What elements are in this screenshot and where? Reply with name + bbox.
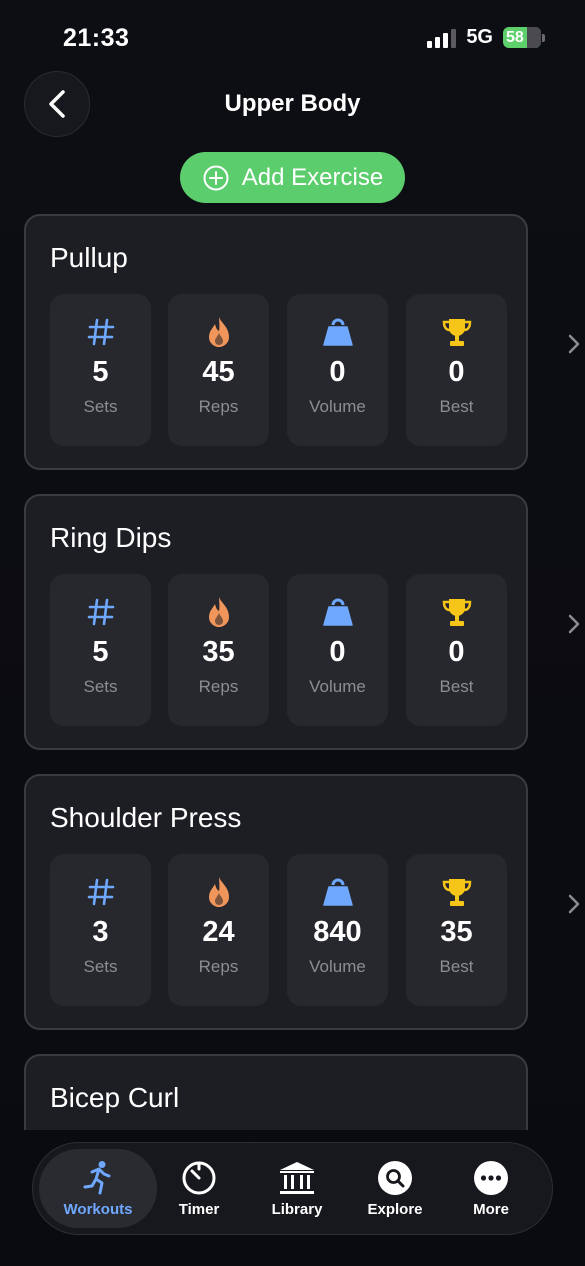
hash-icon xyxy=(86,594,116,630)
stat-value: 0 xyxy=(448,356,465,388)
stat-value: 5 xyxy=(92,636,109,668)
weight-icon xyxy=(322,874,354,910)
stat-tile-volume: 0 Volume xyxy=(287,574,388,726)
running-icon xyxy=(82,1159,114,1197)
exercise-name: Bicep Curl xyxy=(50,1082,180,1113)
weight-icon xyxy=(322,594,354,630)
tab-timer[interactable]: Timer xyxy=(159,1149,239,1228)
stat-value: 45 xyxy=(202,356,235,388)
exercise-name: Pullup xyxy=(50,242,128,273)
tab-bar: Workouts Timer Library Explore More xyxy=(32,1142,553,1235)
status-bar: 21:33 5G 58 xyxy=(0,0,585,70)
exercise-card-pullup[interactable]: Pullup 5 Sets 45 Reps 0 Volume 0 Best xyxy=(24,214,528,470)
stat-value: 35 xyxy=(202,636,235,668)
stat-label: Reps xyxy=(198,397,239,416)
tab-more[interactable]: More xyxy=(451,1149,531,1228)
network-label: 5G xyxy=(466,26,493,48)
tab-label: Explore xyxy=(367,1201,423,1218)
stat-label: Volume xyxy=(309,397,366,416)
status-right: 5G 58 xyxy=(427,26,545,49)
exercise-card-bicep-curl[interactable]: Bicep Curl xyxy=(24,1054,528,1130)
search-icon xyxy=(377,1159,413,1197)
stat-tile-volume: 840 Volume xyxy=(287,854,388,1006)
page-title: Upper Body xyxy=(224,90,361,117)
stat-tile-best: 0 Best xyxy=(406,574,507,726)
add-exercise-button[interactable]: Add Exercise xyxy=(180,152,405,203)
plus-circle-icon xyxy=(203,165,229,190)
stat-value: 5 xyxy=(92,356,109,388)
library-icon xyxy=(278,1159,316,1197)
hash-icon xyxy=(86,874,116,910)
stat-tile-reps: 24 Reps xyxy=(168,854,269,1006)
battery-percent: 58 xyxy=(506,28,524,46)
chevron-right-icon[interactable] xyxy=(567,614,581,634)
weight-icon xyxy=(322,314,354,350)
more-icon xyxy=(473,1159,509,1197)
stat-label: Reps xyxy=(198,957,239,976)
trophy-icon xyxy=(441,594,473,630)
stat-label: Best xyxy=(439,397,474,416)
exercise-card-shoulder-press[interactable]: Shoulder Press 3 Sets 24 Reps 840 Volume… xyxy=(24,774,528,1030)
stat-value: 0 xyxy=(329,636,346,668)
tab-label: Timer xyxy=(178,1201,220,1218)
stat-value: 3 xyxy=(92,916,109,948)
timer-icon xyxy=(181,1159,217,1197)
stat-label: Volume xyxy=(309,677,366,696)
tab-workouts[interactable]: Workouts xyxy=(39,1149,157,1228)
stat-value: 840 xyxy=(313,916,362,948)
stat-tile-volume: 0 Volume xyxy=(287,294,388,446)
tab-label: More xyxy=(473,1201,509,1218)
tab-label: Workouts xyxy=(63,1201,133,1218)
stat-tile-best: 0 Best xyxy=(406,294,507,446)
flame-icon xyxy=(205,594,233,630)
status-time: 21:33 xyxy=(63,24,130,52)
exercise-name: Shoulder Press xyxy=(50,802,242,833)
stat-tile-sets: 5 Sets xyxy=(50,294,151,446)
tab-label: Library xyxy=(271,1201,323,1218)
stat-tile-best: 35 Best xyxy=(406,854,507,1006)
stat-label: Best xyxy=(439,957,474,976)
stat-label: Sets xyxy=(83,397,118,416)
stat-tile-sets: 3 Sets xyxy=(50,854,151,1006)
hash-icon xyxy=(86,314,116,350)
stat-value: 0 xyxy=(329,356,346,388)
tab-library[interactable]: Library xyxy=(257,1149,337,1228)
stat-label: Sets xyxy=(83,677,118,696)
stat-label: Volume xyxy=(309,957,366,976)
tab-explore[interactable]: Explore xyxy=(355,1149,435,1228)
stat-value: 0 xyxy=(448,636,465,668)
stat-label: Reps xyxy=(198,677,239,696)
battery-icon: 58 xyxy=(503,27,545,48)
exercise-name: Ring Dips xyxy=(50,522,172,553)
stat-tile-sets: 5 Sets xyxy=(50,574,151,726)
stat-label: Sets xyxy=(83,957,118,976)
add-exercise-label: Add Exercise xyxy=(241,163,384,191)
stat-value: 24 xyxy=(202,916,235,948)
trophy-icon xyxy=(441,874,473,910)
chevron-right-icon[interactable] xyxy=(567,334,581,354)
flame-icon xyxy=(205,314,233,350)
stat-tile-reps: 35 Reps xyxy=(168,574,269,726)
signal-icon xyxy=(427,28,457,48)
trophy-icon xyxy=(441,314,473,350)
app-screen: 21:33 5G 58 Upper Body Add Exercise Pull… xyxy=(0,0,585,1266)
chevron-right-icon[interactable] xyxy=(567,894,581,914)
flame-icon xyxy=(205,874,233,910)
stat-tile-reps: 45 Reps xyxy=(168,294,269,446)
stat-value: 35 xyxy=(440,916,473,948)
stat-label: Best xyxy=(439,677,474,696)
exercise-card-ring-dips[interactable]: Ring Dips 5 Sets 35 Reps 0 Volume 0 Best xyxy=(24,494,528,750)
